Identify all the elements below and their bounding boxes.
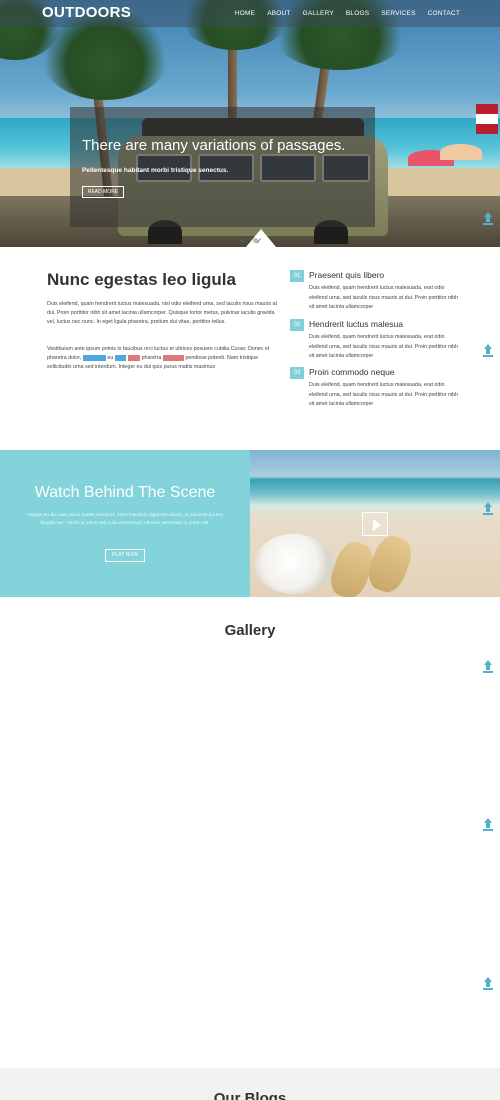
nav-item-home[interactable]: HOME — [235, 10, 255, 17]
watch-title: Watch Behind The Scene — [34, 484, 216, 501]
nav-item-blogs[interactable]: BLOGS — [346, 10, 369, 17]
nav-item-services[interactable]: SERVICES — [381, 10, 415, 17]
feature-title: Hendrerit luctus malesua — [309, 319, 404, 329]
nav-menu: HOME ABOUT GALLERY BLOGS SERVICES CONTAC… — [235, 10, 460, 17]
gallery-title: Gallery — [224, 622, 276, 639]
intro-paragraph-1: Duis eleifend, quam hendrerit luctus mal… — [47, 301, 277, 325]
feature-number: 03 — [290, 367, 304, 379]
feature-text: Duis eleifend, quam hendrerit luctus mal… — [309, 334, 458, 359]
blogs-section: Our Blogs — [0, 1068, 500, 1100]
feature-number: 01 — [290, 270, 304, 282]
slider-dots — [240, 238, 258, 243]
scroll-up-icon[interactable] — [482, 818, 494, 832]
intro-title: Nunc egestas leo ligula — [47, 270, 236, 289]
intro-paragraph-2: Vestibulum ante ipsum primis in faucibus… — [47, 346, 270, 370]
top-navbar: OUTDOORS HOME ABOUT GALLERY BLOGS SERVIC… — [0, 0, 500, 27]
scroll-up-icon[interactable] — [482, 977, 494, 991]
flip-flop — [363, 531, 417, 597]
slider-dot[interactable] — [253, 238, 258, 243]
feature-item: 02 Hendrerit luctus malesua Duis eleifen… — [290, 319, 460, 364]
scroll-up-icon[interactable] — [482, 212, 494, 226]
feature-item: 03 Proin commodo neque Duis eleifend, qu… — [290, 367, 460, 412]
watch-section: Watch Behind The Scene Integer eu dui qu… — [0, 450, 250, 597]
play-icon[interactable] — [362, 512, 388, 536]
feature-text: Duis eleifend, quam hendrerit luctus mal… — [309, 382, 458, 407]
feature-text: Duis eleifend, quam hendrerit luctus mal… — [309, 285, 458, 310]
beach-umbrella — [440, 144, 482, 160]
read-more-button[interactable]: READ MORE — [82, 186, 124, 198]
slider-dot-active[interactable] — [240, 238, 245, 243]
flag — [476, 104, 498, 134]
nav-item-about[interactable]: ABOUT — [267, 10, 290, 17]
feature-number: 02 — [290, 319, 304, 331]
nav-item-gallery[interactable]: GALLERY — [303, 10, 334, 17]
nav-item-contact[interactable]: CONTACT — [428, 10, 460, 17]
hero-caption: There are many variations of passages. P… — [70, 107, 375, 227]
scroll-up-icon[interactable] — [482, 660, 494, 674]
scroll-up-icon[interactable] — [482, 502, 494, 516]
hero-title: There are many variations of passages. — [82, 137, 346, 154]
sun-hat — [254, 534, 334, 594]
scroll-up-icon[interactable] — [482, 344, 494, 358]
play-now-button[interactable]: PLAY NOW — [105, 549, 145, 562]
watch-text: Integer eu dui quis purus mattis maximus… — [27, 513, 223, 526]
feature-item: 01 Praesent quis libero Duis eleifend, q… — [290, 270, 460, 315]
feature-title: Praesent quis libero — [309, 270, 385, 280]
hero-subtitle: Pellentesque habitant morbi tristique se… — [82, 167, 229, 174]
site-logo[interactable]: OUTDOORS — [42, 4, 131, 21]
feature-title: Proin commodo neque — [309, 367, 395, 377]
blogs-title: Our Blogs — [213, 1090, 287, 1100]
video-thumbnail[interactable] — [250, 450, 500, 597]
hero-slider: OUTDOORS HOME ABOUT GALLERY BLOGS SERVIC… — [0, 0, 500, 247]
